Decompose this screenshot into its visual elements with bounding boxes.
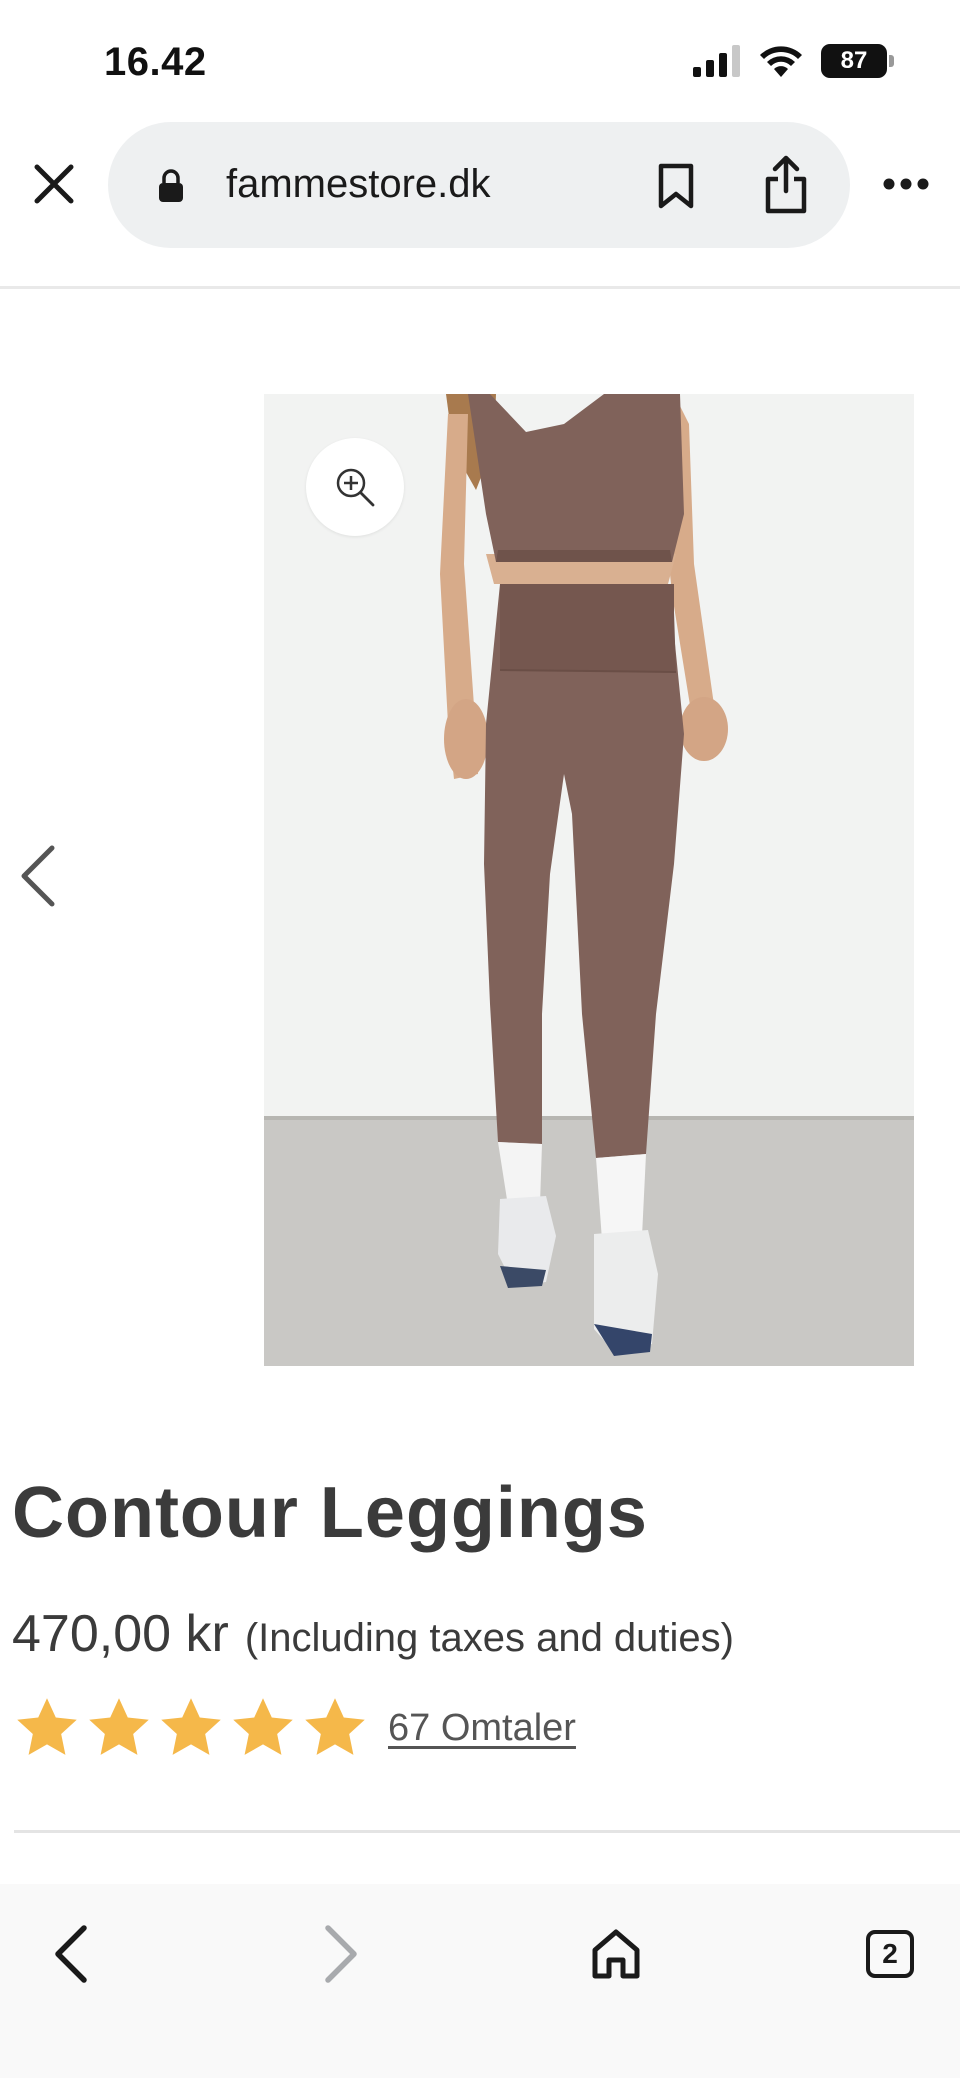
star-icon [161,1698,221,1755]
close-icon [34,164,74,204]
tabs-button[interactable]: 2 [850,1914,930,1994]
home-icon [592,1929,640,1979]
back-button[interactable] [30,1914,110,1994]
wifi-icon [760,46,802,77]
share-button[interactable] [754,152,818,218]
reviews-link[interactable]: 67 Omtaler [388,1707,576,1750]
close-button[interactable] [28,158,80,210]
url-field[interactable]: fammestore.dk [108,122,850,248]
product-image[interactable] [264,394,914,1366]
rating-row: 67 Omtaler [12,1694,576,1762]
product-price: 470,00 kr [12,1605,229,1663]
url-text: fammestore.dk [226,162,491,206]
price-tax-note: (Including taxes and duties) [244,1616,734,1660]
share-icon [765,155,807,214]
star-icon [17,1698,77,1755]
more-icon [883,178,929,190]
bookmark-button[interactable] [648,158,704,214]
forward-icon [325,1925,357,1983]
cellular-signal-icon [693,45,740,77]
battery-level: 87 [821,44,887,78]
zoom-button[interactable] [306,438,404,536]
price-row: 470,00 kr (Including taxes and duties) [12,1604,734,1664]
product-title: Contour Leggings [12,1473,648,1553]
star-icon [89,1698,149,1755]
back-icon [55,1925,87,1983]
browser-toolbar: 2 [0,1884,960,2078]
tabs-icon: 2 [866,1930,914,1978]
product-photo [264,394,914,1366]
chevron-left-icon [21,845,55,907]
gallery-prev-button[interactable] [14,842,62,910]
header-divider [0,286,960,289]
battery-icon: 87 [821,44,894,78]
browser-address-bar: fammestore.dk [0,118,960,250]
forward-button[interactable] [302,1914,382,1994]
star-rating [12,1694,370,1762]
home-button[interactable] [576,1914,656,1994]
status-indicators: 87 [693,44,894,78]
bookmark-icon [658,163,694,209]
status-bar: 16.42 87 [0,0,960,110]
status-time: 16.42 [104,40,207,84]
content-divider [14,1830,960,1833]
lock-icon [159,169,183,202]
star-icon [305,1698,365,1755]
more-options-button[interactable] [878,166,934,202]
zoom-in-icon [336,468,375,507]
star-icon [233,1698,293,1755]
